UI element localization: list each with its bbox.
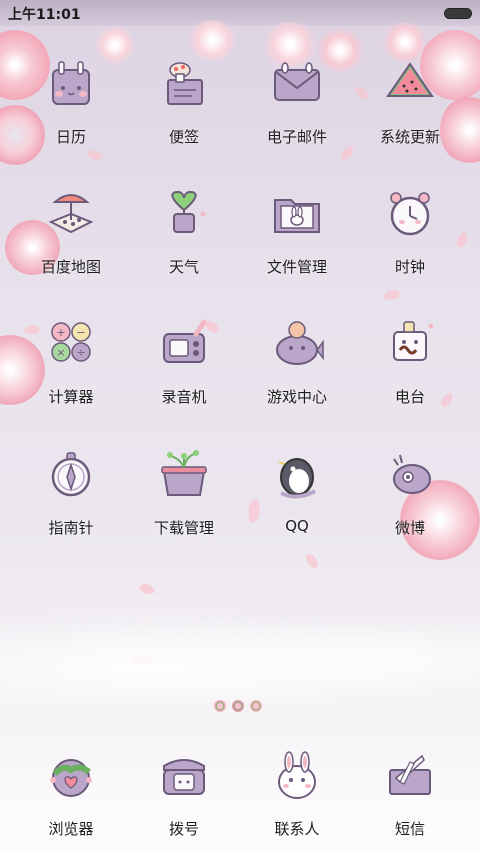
game-center-icon <box>269 316 325 372</box>
app-notes[interactable]: 便签 <box>129 56 239 176</box>
app-contacts[interactable]: 联系人 <box>242 748 352 853</box>
compass-icon <box>43 447 99 503</box>
app-email[interactable]: 电子邮件 <box>242 56 352 176</box>
app-radio[interactable]: 电台 <box>355 316 465 436</box>
recorder-icon <box>156 316 212 372</box>
app-label: 联系人 <box>274 820 320 838</box>
app-label: 电子邮件 <box>266 128 327 146</box>
battery-icon <box>444 8 472 19</box>
app-download[interactable]: 下载管理 <box>129 447 239 567</box>
email-icon <box>269 56 325 112</box>
app-map[interactable]: 百度地图 <box>16 186 126 306</box>
page-dot <box>214 700 226 712</box>
radio-icon <box>382 316 438 372</box>
svg-text:÷: ÷ <box>76 346 85 359</box>
app-label: 计算器 <box>48 388 94 406</box>
page-indicator <box>210 698 270 714</box>
svg-text:−: − <box>76 326 85 339</box>
page-dot-active <box>232 700 244 712</box>
app-game-center[interactable]: 游戏中心 <box>242 316 352 436</box>
app-folder[interactable]: 文件管理 <box>242 186 352 306</box>
qq-icon <box>269 447 325 503</box>
weather-icon <box>156 186 212 242</box>
app-label: 文件管理 <box>266 258 327 276</box>
status-time: 上午11:01 <box>8 7 81 23</box>
system-update-icon <box>382 56 438 112</box>
app-label: 拨号 <box>168 820 199 838</box>
app-weibo[interactable]: 微博 <box>355 447 465 567</box>
svg-text:+: + <box>56 326 65 339</box>
app-label: 电台 <box>394 388 425 406</box>
svg-text:×: × <box>56 346 65 359</box>
app-label: 天气 <box>168 258 199 276</box>
app-compass[interactable]: 指南针 <box>16 447 126 567</box>
app-messages[interactable]: 短信 <box>355 748 465 853</box>
status-bar: 上午11:01 <box>0 0 480 26</box>
app-label: 短信 <box>394 820 425 838</box>
messages-icon <box>382 748 438 804</box>
app-label: 下载管理 <box>153 519 214 537</box>
weibo-icon <box>382 447 438 503</box>
calendar-icon <box>43 56 99 112</box>
app-browser[interactable]: 浏览器 <box>16 748 126 853</box>
app-weather[interactable]: 天气 <box>129 186 239 306</box>
clock-icon <box>382 186 438 242</box>
app-label: 游戏中心 <box>266 388 327 406</box>
calculator-icon: + − × ÷ <box>43 316 99 372</box>
app-label: 便签 <box>168 128 199 146</box>
app-label: 百度地图 <box>40 258 101 276</box>
page-dot <box>250 700 262 712</box>
app-label: 微博 <box>394 519 425 537</box>
app-qq[interactable]: QQ <box>242 447 352 567</box>
map-icon <box>43 186 99 242</box>
app-label: QQ <box>285 517 309 535</box>
app-label: 指南针 <box>48 519 94 537</box>
app-label: 录音机 <box>161 388 207 406</box>
app-clock[interactable]: 时钟 <box>355 186 465 306</box>
app-calculator[interactable]: + − × ÷ 计算器 <box>16 316 126 436</box>
download-icon <box>156 447 212 503</box>
notes-icon <box>156 56 212 112</box>
app-recorder[interactable]: 录音机 <box>129 316 239 436</box>
app-label: 时钟 <box>394 258 425 276</box>
browser-icon <box>43 748 99 804</box>
app-label: 系统更新 <box>379 128 440 146</box>
app-phone[interactable]: 拨号 <box>129 748 239 853</box>
app-label: 日历 <box>55 128 86 146</box>
app-calendar[interactable]: 日历 <box>16 56 126 176</box>
folder-icon <box>269 186 325 242</box>
app-system-update[interactable]: 系统更新 <box>355 56 465 176</box>
app-label: 浏览器 <box>48 820 94 838</box>
phone-icon <box>156 748 212 804</box>
contacts-icon <box>269 748 325 804</box>
